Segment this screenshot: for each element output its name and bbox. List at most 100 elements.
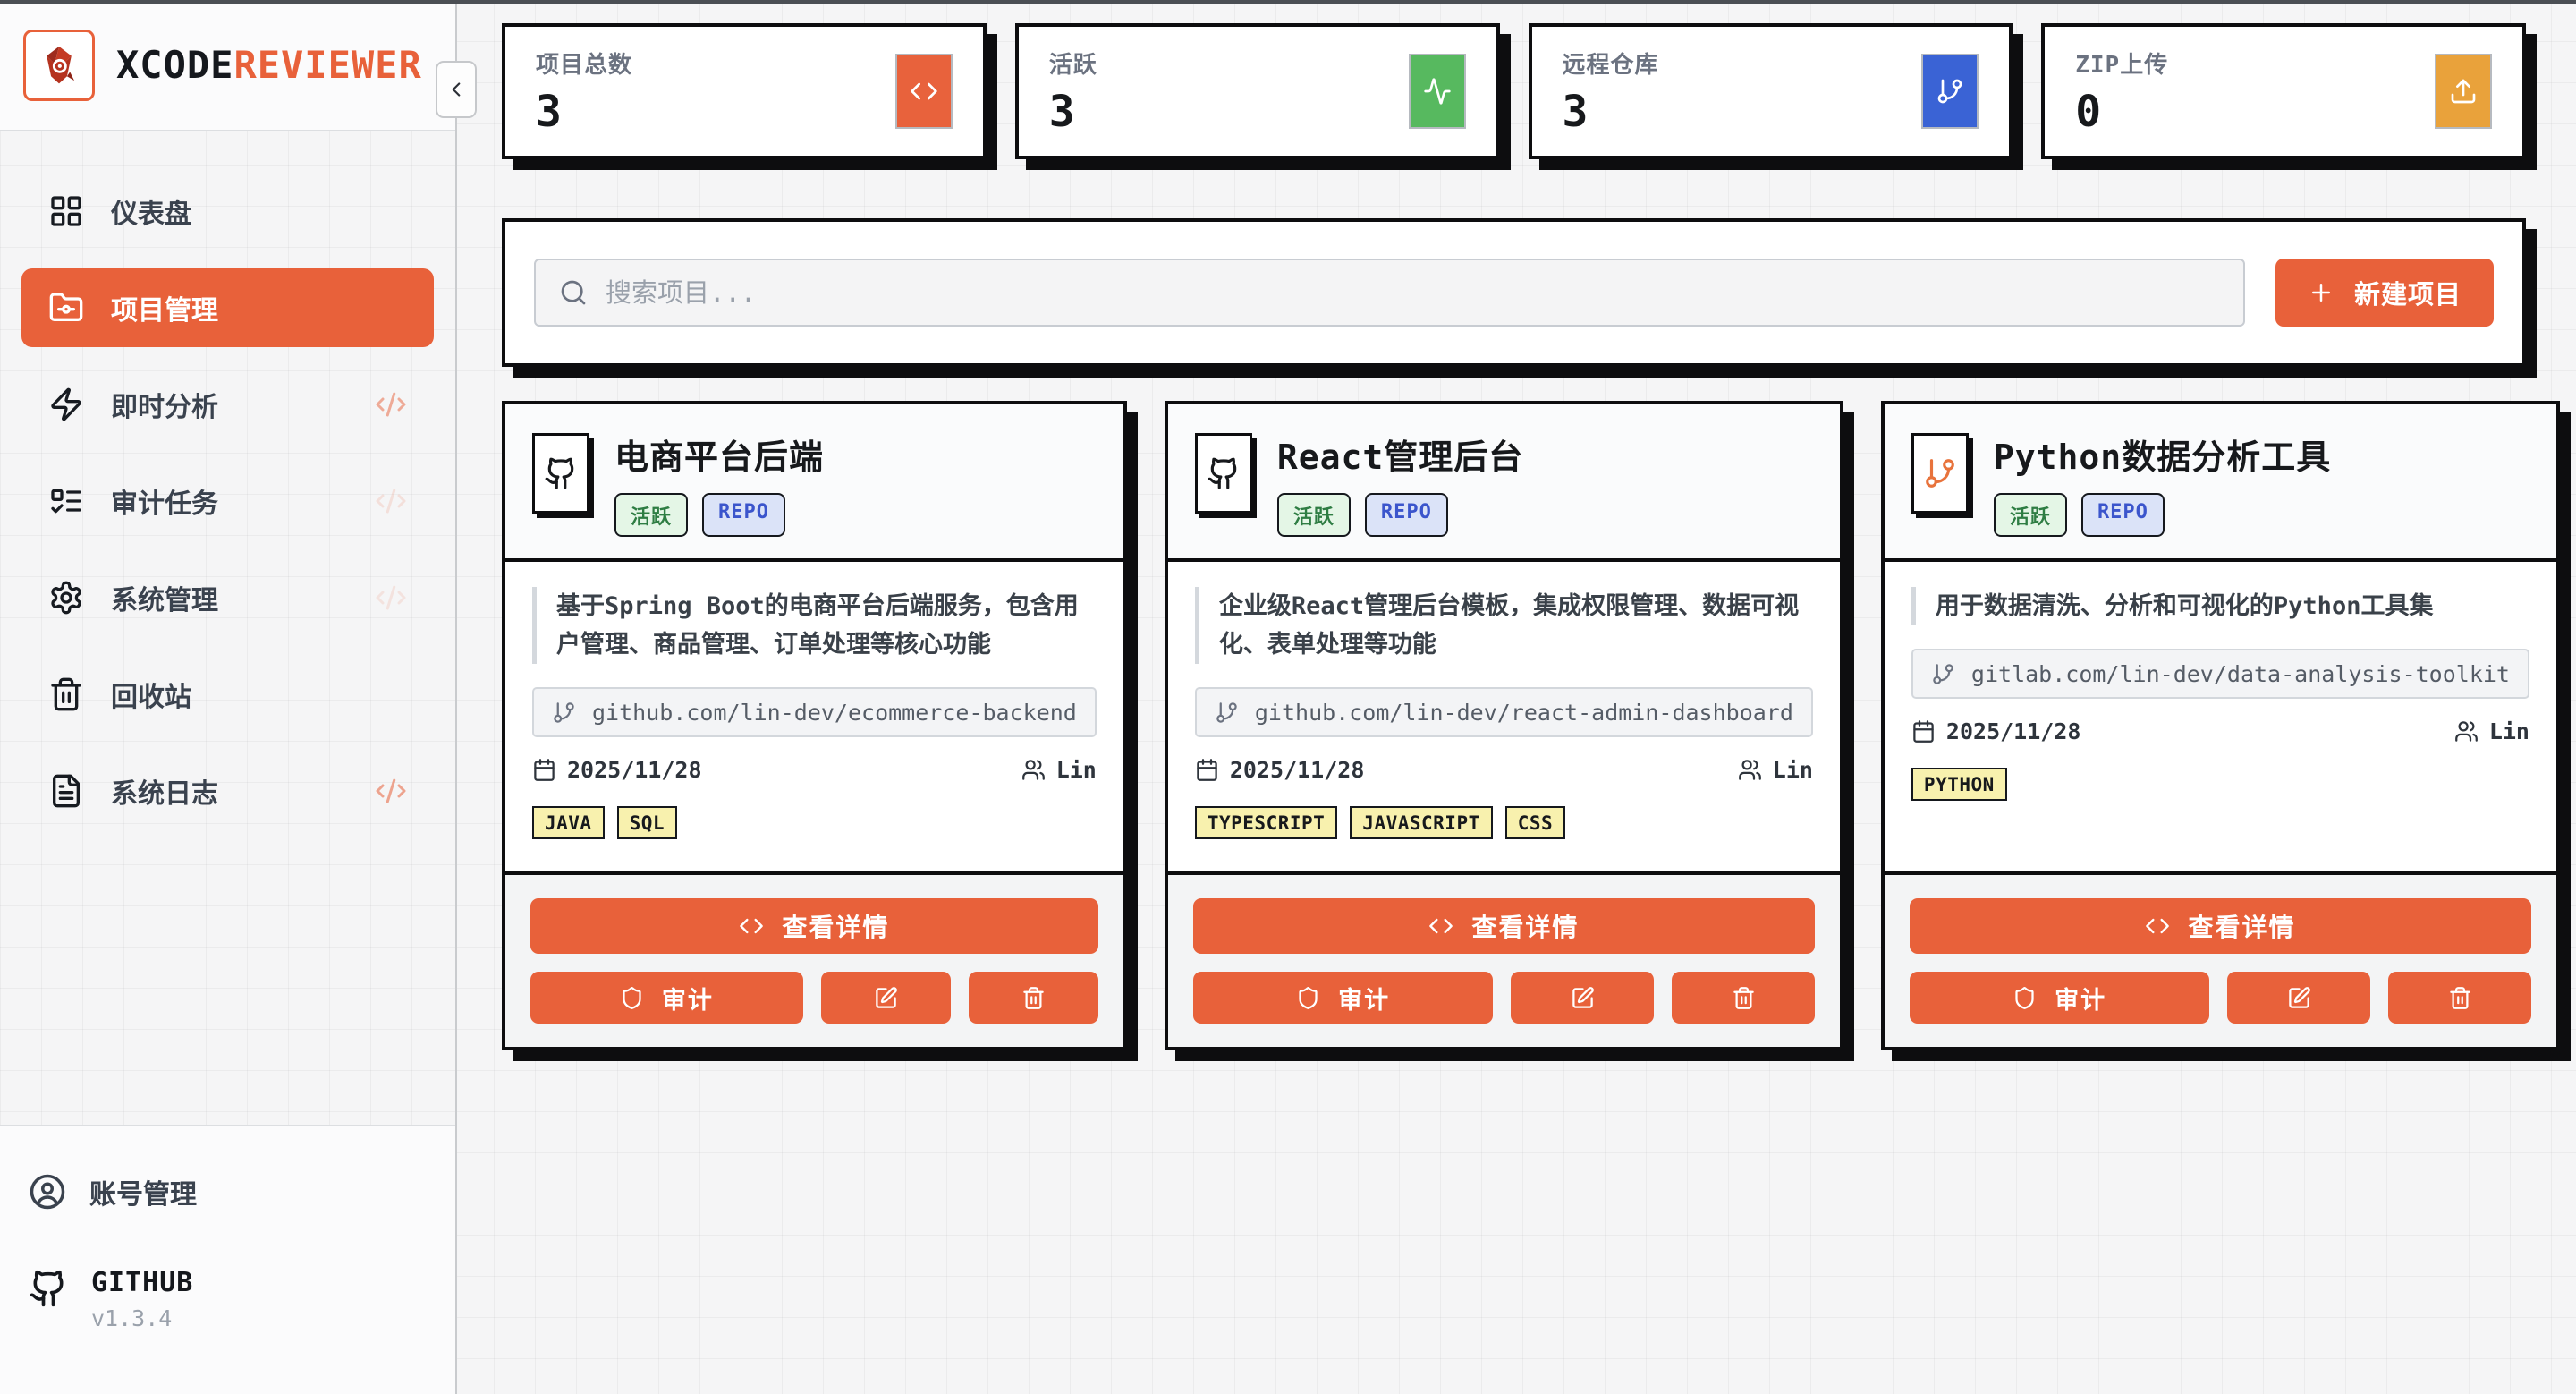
- sidebar-header: XCODEREVIEWER: [0, 0, 455, 131]
- status-badge: REPO: [1365, 493, 1448, 537]
- code-icon: [910, 77, 938, 106]
- delete-button[interactable]: [969, 972, 1098, 1024]
- nav-item-label: 回收站: [111, 675, 191, 714]
- nav-icon: [48, 387, 84, 422]
- trash-icon: [1732, 986, 1756, 1010]
- git-branch-icon: [1931, 662, 1955, 686]
- delete-button[interactable]: [2388, 972, 2531, 1024]
- view-details-button[interactable]: 查看详情: [1910, 898, 2531, 954]
- sidebar-item-projects[interactable]: 项目管理: [21, 268, 434, 347]
- project-card: 电商平台后端 活跃REPO 基于Spring Boot的电商平台后端服务，包含用…: [502, 401, 1127, 1050]
- search-icon: [559, 278, 588, 307]
- project-card-body: 用于数据清洗、分析和可视化的Python工具集 gitlab.com/lin-d…: [1885, 562, 2556, 871]
- edit-button[interactable]: [1511, 972, 1654, 1024]
- edit-button[interactable]: [821, 972, 951, 1024]
- brand-title: XCODEREVIEWER: [116, 43, 422, 87]
- nav-icon: [48, 290, 84, 326]
- plus-icon: [2308, 279, 2334, 306]
- project-action-row: 审计: [1193, 972, 1815, 1024]
- project-card: Python数据分析工具 活跃REPO 用于数据清洗、分析和可视化的Python…: [1881, 401, 2560, 1050]
- trash-icon: [1021, 986, 1046, 1010]
- git-branch-icon: [552, 701, 576, 725]
- sidebar-collapse-button[interactable]: [436, 61, 477, 118]
- language-tag: JAVASCRIPT: [1350, 806, 1492, 839]
- stat-label: 活跃: [1049, 47, 1097, 80]
- sidebar-item-system[interactable]: 系统管理: [21, 558, 434, 637]
- sidebar-item-analysis[interactable]: 即时分析: [21, 365, 434, 444]
- upload-icon: [2449, 77, 2478, 106]
- stat-icon-tile: [1409, 54, 1466, 129]
- new-project-button[interactable]: 新建项目: [2275, 259, 2494, 327]
- github-version-block: GITHUB v1.3.4: [29, 1267, 427, 1331]
- stat-label: ZIP上传: [2075, 47, 2168, 80]
- project-description: 用于数据清洗、分析和可视化的Python工具集: [1911, 587, 2529, 625]
- repo-url: github.com/lin-dev/ecommerce-backend: [592, 700, 1077, 726]
- stat-card: ZIP上传 0: [2041, 23, 2526, 159]
- window-top-edge: [0, 0, 2576, 4]
- project-title: React管理后台: [1277, 429, 1523, 479]
- sidebar-item-audit[interactable]: 审计任务: [21, 462, 434, 540]
- github-icon: [29, 1269, 68, 1308]
- stat-value: 3: [1049, 87, 1097, 137]
- view-details-button[interactable]: 查看详情: [530, 898, 1098, 954]
- audit-button[interactable]: 审计: [1910, 972, 2210, 1024]
- nav-icon: [48, 676, 84, 712]
- view-details-button[interactable]: 查看详情: [1193, 898, 1815, 954]
- repo-url: github.com/lin-dev/react-admin-dashboard: [1255, 700, 1793, 726]
- edit-pen-icon: [1571, 986, 1595, 1010]
- audit-button[interactable]: 审计: [1193, 972, 1494, 1024]
- status-badge: 活跃: [1994, 493, 2067, 537]
- sidebar-item-account[interactable]: 账号管理: [29, 1172, 427, 1211]
- project-card-header: 电商平台后端 活跃REPO: [505, 404, 1123, 562]
- status-badge: 活跃: [1277, 493, 1351, 537]
- stat-card: 远程仓库 3: [1529, 23, 2013, 159]
- github-icon: [1207, 456, 1241, 490]
- project-badges: 活跃REPO: [1994, 493, 2331, 537]
- stat-label: 远程仓库: [1563, 47, 1659, 80]
- repo-source-icon-box: [1195, 433, 1252, 514]
- project-meta: 2025/11/28 Lin: [532, 757, 1097, 783]
- project-card-footer: 查看详情 审计: [1168, 871, 1840, 1047]
- project-date: 2025/11/28: [1195, 757, 1365, 783]
- nav-icon: [48, 580, 84, 616]
- audit-button[interactable]: 审计: [530, 972, 803, 1024]
- project-card: React管理后台 活跃 REPO 企业级React管理后台模板，集成权限管理、数…: [1165, 401, 1843, 1050]
- sidebar-item-recycle[interactable]: 回收站: [21, 655, 434, 734]
- status-badge: 活跃: [614, 493, 688, 537]
- project-badges: 活跃 REPO: [1277, 493, 1523, 537]
- fox-logo-icon: [36, 42, 82, 89]
- code-watermark-icon: [375, 485, 407, 517]
- status-badge: REPO: [702, 493, 785, 537]
- calendar-icon: [1195, 758, 1219, 782]
- nav-icon: [48, 193, 84, 229]
- sidebar-item-dashboard[interactable]: 仪表盘: [21, 172, 434, 251]
- search-box: [534, 259, 2245, 327]
- project-description: 企业级React管理后台模板，集成权限管理、数据可视化、表单处理等功能: [1195, 587, 1813, 664]
- github-icon: [544, 456, 578, 490]
- project-card-body: 基于Spring Boot的电商平台后端服务，包含用户管理、商品管理、订单处理等…: [505, 562, 1123, 871]
- nav-item-label: 审计任务: [111, 481, 218, 521]
- edit-button[interactable]: [2227, 972, 2370, 1024]
- language-tag: TYPESCRIPT: [1195, 806, 1337, 839]
- repo-url: gitlab.com/lin-dev/data-analysis-toolkit: [1971, 661, 2510, 687]
- stat-icon-tile: [2435, 54, 2492, 129]
- nav-icon: [48, 483, 84, 519]
- search-input[interactable]: [606, 277, 2220, 308]
- delete-button[interactable]: [1672, 972, 1815, 1024]
- activity-icon: [1423, 77, 1452, 106]
- language-tag: CSS: [1505, 806, 1565, 839]
- sidebar-item-logs[interactable]: 系统日志: [21, 752, 434, 830]
- repo-url-box: github.com/lin-dev/ecommerce-backend: [532, 687, 1097, 737]
- sidebar: XCODEREVIEWER 仪表盘 项目管理 即时分析 审计任务 系统管理 回收…: [0, 0, 457, 1394]
- search-panel: 新建项目: [502, 218, 2526, 367]
- edit-pen-icon: [2287, 986, 2311, 1010]
- stat-value: 0: [2075, 87, 2168, 137]
- projects-grid: 电商平台后端 活跃REPO 基于Spring Boot的电商平台后端服务，包含用…: [502, 401, 2526, 1050]
- project-owner: Lin: [1738, 757, 1813, 783]
- nav-item-label: 系统日志: [111, 771, 218, 811]
- project-card-header: React管理后台 活跃 REPO: [1168, 404, 1840, 562]
- project-card-header: Python数据分析工具 活跃REPO: [1885, 404, 2556, 562]
- github-label: GITHUB: [91, 1267, 193, 1298]
- account-label: 账号管理: [89, 1172, 197, 1211]
- language-tag: JAVA: [532, 806, 605, 839]
